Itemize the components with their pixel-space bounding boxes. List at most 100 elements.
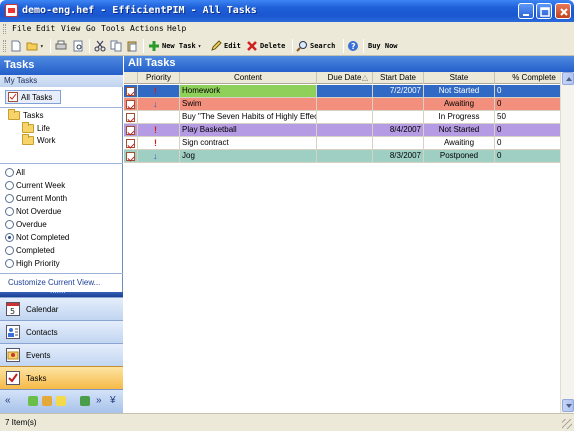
configure-buttons-icon[interactable]: ¥ xyxy=(110,395,116,406)
radio-button[interactable] xyxy=(5,207,14,216)
state-cell[interactable]: Postponed xyxy=(424,150,495,162)
header-priority[interactable]: Priority xyxy=(138,72,180,84)
radio-button[interactable] xyxy=(5,168,14,177)
priority-cell[interactable]: ! xyxy=(138,137,180,149)
minimize-button[interactable] xyxy=(518,3,534,19)
radio-button[interactable] xyxy=(5,194,14,203)
due-date-cell[interactable] xyxy=(317,124,373,136)
content-cell[interactable]: Play Basketball xyxy=(180,124,317,136)
priority-cell[interactable]: ↓ xyxy=(138,98,180,110)
search-button[interactable]: Search xyxy=(296,39,335,53)
priority-cell[interactable]: ! xyxy=(138,85,180,97)
filter-overdue[interactable]: Overdue xyxy=(5,220,47,229)
filter-not-overdue[interactable]: Not Overdue xyxy=(5,207,61,216)
content-cell[interactable]: Sign contract xyxy=(180,137,317,149)
title-bar[interactable]: demo-eng.hef - EfficientPIM - All Tasks xyxy=(0,0,574,22)
due-date-cell[interactable] xyxy=(317,111,373,123)
start-date-cell[interactable]: 7/2/2007 xyxy=(373,85,424,97)
filter-current-month[interactable]: Current Month xyxy=(5,194,67,203)
new-document-button[interactable] xyxy=(10,39,22,53)
collapse-left-icon[interactable]: « xyxy=(5,395,11,406)
task-row[interactable]: ! Homework 7/2/2007 Not Started 0 xyxy=(124,85,574,98)
open-button[interactable]: ▾ xyxy=(26,39,44,53)
priority-cell[interactable]: ! xyxy=(138,124,180,136)
close-button[interactable] xyxy=(555,3,571,19)
vertical-scrollbar[interactable] xyxy=(560,72,574,413)
task-row[interactable]: ! Sign contract Awaiting 0 xyxy=(124,137,574,150)
start-date-cell[interactable]: 8/4/2007 xyxy=(373,124,424,136)
filter-current-week[interactable]: Current Week xyxy=(5,181,65,190)
start-date-cell[interactable] xyxy=(373,111,424,123)
due-date-cell[interactable] xyxy=(317,98,373,110)
nav-calendar[interactable]: 5 Calendar xyxy=(0,297,123,320)
cut-button[interactable] xyxy=(94,39,106,53)
filter-high-priority[interactable]: High Priority xyxy=(5,259,60,268)
tree-item-work[interactable]: Work xyxy=(22,134,56,145)
nav-contacts[interactable]: Contacts xyxy=(0,320,123,343)
toolbar-grip[interactable] xyxy=(3,40,6,52)
menu-help[interactable]: Help xyxy=(167,24,186,33)
priority-cell[interactable]: ↓ xyxy=(138,150,180,162)
folder-mini-icon[interactable] xyxy=(56,396,66,406)
menu-view[interactable]: View xyxy=(61,24,80,33)
radio-button-selected[interactable] xyxy=(5,233,14,242)
shortcut-mini-icon[interactable] xyxy=(80,396,90,406)
menu-actions[interactable]: Actions xyxy=(130,24,164,33)
content-cell[interactable]: Homework xyxy=(180,85,317,97)
task-row[interactable]: ! Play Basketball 8/4/2007 Not Started 0 xyxy=(124,124,574,137)
state-cell[interactable]: In Progress xyxy=(424,111,495,123)
filter-not-completed[interactable]: Not Completed xyxy=(5,233,69,242)
state-cell[interactable]: Not Started xyxy=(424,85,495,97)
task-row[interactable]: ↓ Swim Awaiting 0 xyxy=(124,98,574,111)
tree-item-tasks[interactable]: Tasks xyxy=(8,109,43,120)
new-task-button[interactable]: New Task ▾ xyxy=(148,39,201,53)
due-date-cell[interactable] xyxy=(317,85,373,97)
due-date-cell[interactable] xyxy=(317,137,373,149)
start-date-cell[interactable]: 8/3/2007 xyxy=(373,150,424,162)
header-icon-column[interactable] xyxy=(124,72,138,84)
nav-tasks[interactable]: Tasks xyxy=(0,366,123,389)
header-start-date[interactable]: Start Date xyxy=(373,72,424,84)
due-date-cell[interactable] xyxy=(317,150,373,162)
filter-all[interactable]: All xyxy=(5,168,25,177)
nav-events[interactable]: Events xyxy=(0,343,123,366)
radio-button[interactable] xyxy=(5,181,14,190)
filter-completed[interactable]: Completed xyxy=(5,246,55,255)
delete-button[interactable]: Delete xyxy=(246,39,285,53)
more-icon[interactable]: » xyxy=(96,395,102,406)
priority-cell[interactable] xyxy=(138,111,180,123)
radio-button[interactable] xyxy=(5,259,14,268)
notes-mini-icon[interactable] xyxy=(28,396,38,406)
search-mini-icon[interactable] xyxy=(42,396,52,406)
resize-grip[interactable] xyxy=(562,419,572,429)
scroll-down-button[interactable] xyxy=(562,399,574,412)
menu-edit[interactable]: Edit xyxy=(36,24,55,33)
state-cell[interactable]: Not Started xyxy=(424,124,495,136)
copy-button[interactable] xyxy=(110,39,122,53)
edit-button[interactable]: Edit xyxy=(210,39,241,53)
menu-go[interactable]: Go xyxy=(86,24,96,33)
print-preview-button[interactable] xyxy=(72,39,84,53)
scroll-up-button[interactable] xyxy=(562,72,574,85)
menu-file[interactable]: File xyxy=(12,24,31,33)
header-state[interactable]: State xyxy=(424,72,495,84)
buy-now-button[interactable]: Buy Now xyxy=(368,39,398,53)
all-tasks-item[interactable]: All Tasks xyxy=(5,90,61,104)
task-row[interactable]: Buy "The Seven Habits of Highly Effec In … xyxy=(124,111,574,124)
tree-item-life[interactable]: Life xyxy=(22,122,50,133)
radio-button[interactable] xyxy=(5,246,14,255)
help-button[interactable]: ? xyxy=(347,39,359,53)
radio-button[interactable] xyxy=(5,220,14,229)
print-button[interactable] xyxy=(55,39,67,53)
maximize-button[interactable] xyxy=(536,3,552,19)
state-cell[interactable]: Awaiting xyxy=(424,98,495,110)
header-content[interactable]: Content xyxy=(180,72,317,84)
content-cell[interactable]: Swim xyxy=(180,98,317,110)
content-cell[interactable]: Jog xyxy=(180,150,317,162)
menu-grip[interactable] xyxy=(3,24,6,34)
start-date-cell[interactable] xyxy=(373,98,424,110)
header-due-date[interactable]: Due Date △ xyxy=(317,72,373,84)
new-task-dropdown-icon[interactable]: ▾ xyxy=(198,43,202,50)
paste-button[interactable] xyxy=(126,39,138,53)
state-cell[interactable]: Awaiting xyxy=(424,137,495,149)
